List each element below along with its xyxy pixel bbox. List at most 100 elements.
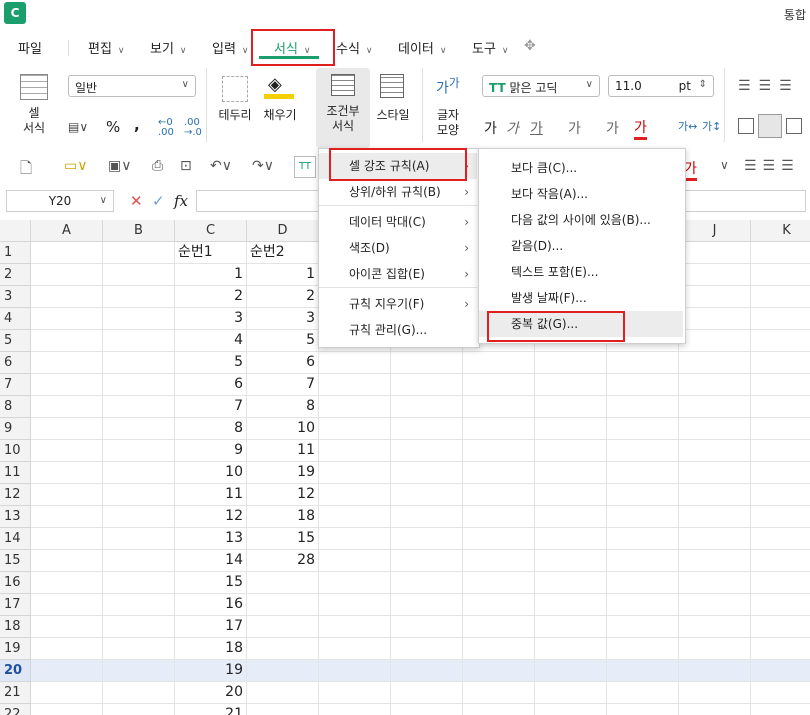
cell[interactable] xyxy=(679,440,751,462)
border-icon[interactable] xyxy=(222,76,248,102)
fill-bucket-icon[interactable]: ◈ xyxy=(268,74,282,95)
cell[interactable] xyxy=(103,638,175,660)
cell[interactable]: 11 xyxy=(175,484,247,506)
cell[interactable] xyxy=(751,682,810,704)
cell[interactable] xyxy=(679,462,751,484)
cell[interactable] xyxy=(103,396,175,418)
cell[interactable] xyxy=(679,484,751,506)
cell[interactable] xyxy=(679,594,751,616)
cell[interactable] xyxy=(31,506,103,528)
cell[interactable] xyxy=(31,572,103,594)
cell[interactable] xyxy=(679,352,751,374)
cell[interactable] xyxy=(463,374,535,396)
cell[interactable] xyxy=(103,440,175,462)
cell[interactable] xyxy=(391,462,463,484)
open-folder-icon[interactable]: ▭∨ xyxy=(64,158,87,174)
cell[interactable] xyxy=(607,484,679,506)
save-icon[interactable]: ▣∨ xyxy=(108,158,131,174)
cell[interactable]: 6 xyxy=(247,352,319,374)
align-icons[interactable]: ☰☰☰ xyxy=(738,78,800,94)
cell[interactable] xyxy=(391,638,463,660)
cell[interactable] xyxy=(463,484,535,506)
cell[interactable]: 18 xyxy=(175,638,247,660)
valign-top-icon[interactable] xyxy=(738,118,754,134)
cell[interactable] xyxy=(247,704,319,715)
cell[interactable] xyxy=(391,440,463,462)
cell[interactable] xyxy=(319,594,391,616)
cell[interactable]: 7 xyxy=(247,374,319,396)
cell[interactable] xyxy=(391,572,463,594)
cell[interactable]: 3 xyxy=(247,308,319,330)
row-header[interactable]: 3 xyxy=(0,286,31,308)
cell[interactable] xyxy=(679,418,751,440)
cell[interactable] xyxy=(607,594,679,616)
cell[interactable]: 17 xyxy=(175,616,247,638)
cell[interactable] xyxy=(751,616,810,638)
menu-item[interactable]: 발생 날짜(F)... xyxy=(479,285,683,311)
fill-label[interactable]: 채우기 xyxy=(260,108,300,123)
cell[interactable] xyxy=(103,374,175,396)
cell[interactable]: 16 xyxy=(175,594,247,616)
cell[interactable] xyxy=(607,616,679,638)
cell[interactable] xyxy=(679,396,751,418)
cell[interactable] xyxy=(247,638,319,660)
menu-item[interactable]: 규칙 관리(G)... xyxy=(319,317,477,343)
cell[interactable] xyxy=(463,660,535,682)
settings-icon[interactable]: ✥ xyxy=(524,38,536,54)
row-header[interactable]: 22 xyxy=(0,704,31,715)
cell-format-label[interactable]: 셀 서식 xyxy=(14,106,54,136)
valign-bottom-icon[interactable] xyxy=(786,118,802,134)
cell[interactable] xyxy=(535,704,607,715)
cell[interactable] xyxy=(607,462,679,484)
row-header[interactable]: 5 xyxy=(0,330,31,352)
cell[interactable] xyxy=(31,704,103,715)
cell[interactable] xyxy=(391,352,463,374)
bold-icon[interactable]: 가 xyxy=(484,118,497,138)
cell[interactable]: 순번2 xyxy=(247,242,319,264)
cell[interactable]: 5 xyxy=(175,352,247,374)
char-spacing-icon[interactable]: 가↔ xyxy=(678,118,697,134)
cell[interactable] xyxy=(31,374,103,396)
font-color-icon[interactable]: 가 xyxy=(634,117,647,140)
cell[interactable] xyxy=(247,594,319,616)
cell[interactable] xyxy=(535,682,607,704)
cell[interactable] xyxy=(463,396,535,418)
cell[interactable] xyxy=(31,242,103,264)
menu-item[interactable]: 같음(D)... xyxy=(479,233,683,259)
cell[interactable] xyxy=(751,286,810,308)
cell[interactable]: 7 xyxy=(175,396,247,418)
menu-item[interactable]: 상위/하위 규칙(B) › xyxy=(319,179,477,205)
row-header[interactable]: 14 xyxy=(0,528,31,550)
cell[interactable]: 14 xyxy=(175,550,247,572)
cell[interactable] xyxy=(751,308,810,330)
cell[interactable] xyxy=(679,330,751,352)
cell[interactable] xyxy=(391,682,463,704)
cell[interactable] xyxy=(31,638,103,660)
cell[interactable] xyxy=(679,660,751,682)
cell-format-icon[interactable] xyxy=(20,74,48,100)
font-type-icon[interactable]: TT xyxy=(294,156,316,178)
menu-tools[interactable]: 도구 ∨ xyxy=(472,38,509,57)
cell[interactable] xyxy=(391,418,463,440)
cell[interactable]: 12 xyxy=(247,484,319,506)
cell[interactable]: 13 xyxy=(175,528,247,550)
cell[interactable] xyxy=(31,440,103,462)
cell[interactable] xyxy=(103,462,175,484)
cell[interactable] xyxy=(751,264,810,286)
cell[interactable] xyxy=(607,682,679,704)
cell[interactable] xyxy=(751,638,810,660)
print-icon[interactable]: ⎙ xyxy=(152,158,163,174)
cell[interactable] xyxy=(607,550,679,572)
cell[interactable] xyxy=(319,506,391,528)
cell[interactable] xyxy=(31,660,103,682)
cell[interactable] xyxy=(679,374,751,396)
row-header[interactable]: 15 xyxy=(0,550,31,572)
cell[interactable] xyxy=(103,418,175,440)
row-header[interactable]: 7 xyxy=(0,374,31,396)
cell[interactable] xyxy=(103,484,175,506)
style-label[interactable]: 스타일 xyxy=(372,108,414,123)
row-header[interactable]: 11 xyxy=(0,462,31,484)
column-header[interactable]: B xyxy=(103,220,175,242)
cell[interactable] xyxy=(463,638,535,660)
row-header[interactable]: 21 xyxy=(0,682,31,704)
